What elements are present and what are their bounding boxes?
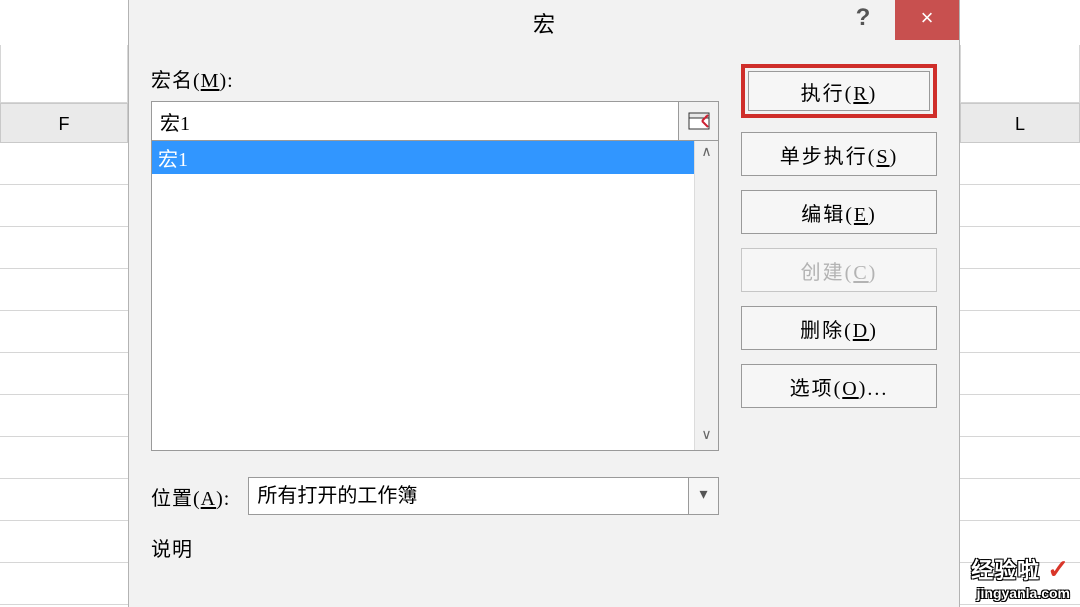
step-button[interactable]: 单步执行(S)	[741, 132, 937, 176]
label-text: 宏名(	[151, 70, 201, 92]
cell[interactable]	[960, 45, 1080, 103]
button-column: 执行(R) 单步执行(S) 编辑(E) 创建(C) 删除(D) 选项(O)...	[741, 64, 937, 570]
left-column: 宏名(M): 宏1 ∧	[151, 64, 719, 570]
cell[interactable]	[0, 311, 128, 353]
location-select[interactable]: 所有打开的工作簿 ▾	[248, 477, 719, 515]
btn-hotkey: C	[853, 262, 868, 284]
cell[interactable]	[0, 353, 128, 395]
btn-text: )	[869, 83, 878, 105]
cell[interactable]	[960, 437, 1080, 479]
label-text: 位置(	[151, 488, 201, 510]
btn-text: 删除(	[800, 320, 853, 342]
cell[interactable]	[960, 353, 1080, 395]
cell[interactable]	[960, 395, 1080, 437]
dialog-title: 宏	[533, 7, 555, 39]
macro-name-input[interactable]	[151, 101, 679, 141]
cell[interactable]	[960, 521, 1080, 563]
cell[interactable]	[0, 227, 128, 269]
cell[interactable]	[0, 395, 128, 437]
macro-name-row	[151, 101, 719, 141]
cell[interactable]	[960, 479, 1080, 521]
delete-button[interactable]: 删除(D)	[741, 306, 937, 350]
cell[interactable]	[0, 45, 128, 103]
collapse-icon	[688, 112, 710, 130]
cell[interactable]	[0, 185, 128, 227]
cell[interactable]	[960, 143, 1080, 185]
help-button[interactable]: ?	[835, 0, 891, 40]
btn-text: 选项(	[790, 378, 843, 400]
label-text: ):	[216, 488, 230, 510]
label-hotkey: M	[201, 70, 220, 92]
scrollbar[interactable]: ∧ ∨	[694, 141, 718, 450]
cell[interactable]	[0, 521, 128, 563]
list-item[interactable]: 宏1	[152, 141, 694, 174]
create-button: 创建(C)	[741, 248, 937, 292]
dialog-content: 宏名(M): 宏1 ∧	[129, 46, 959, 570]
btn-text: 编辑(	[801, 204, 854, 226]
cell[interactable]	[960, 563, 1080, 605]
btn-hotkey: E	[854, 204, 868, 226]
btn-text: )	[869, 320, 878, 342]
btn-text: )	[890, 146, 899, 168]
cells-right	[960, 143, 1080, 603]
scroll-down-icon[interactable]: ∨	[695, 424, 718, 450]
cell[interactable]	[0, 437, 128, 479]
macro-list-area[interactable]: 宏1	[152, 141, 694, 450]
btn-text: )	[869, 262, 878, 284]
options-button[interactable]: 选项(O)...	[741, 364, 937, 408]
column-header-f[interactable]: F	[0, 103, 128, 143]
macro-list[interactable]: 宏1 ∧ ∨	[151, 141, 719, 451]
cell[interactable]	[960, 227, 1080, 269]
btn-hotkey: R	[853, 83, 868, 105]
label-text: ):	[219, 70, 233, 92]
collapse-button[interactable]	[679, 101, 719, 141]
dialog-titlebar[interactable]: 宏 ? ×	[129, 0, 959, 46]
macro-name-label: 宏名(M):	[151, 64, 719, 93]
btn-text: )	[868, 204, 877, 226]
run-button-highlight: 执行(R)	[741, 64, 937, 118]
btn-hotkey: O	[842, 378, 858, 400]
cell[interactable]	[960, 269, 1080, 311]
description-label: 说明	[151, 533, 719, 562]
edit-button[interactable]: 编辑(E)	[741, 190, 937, 234]
btn-text: 单步执行(	[780, 146, 877, 168]
cells-left	[0, 143, 128, 603]
location-label: 位置(A):	[151, 482, 230, 511]
btn-hotkey: D	[853, 320, 869, 342]
cell[interactable]	[0, 563, 128, 605]
btn-text: 创建(	[801, 262, 854, 284]
btn-text: 执行(	[801, 83, 854, 105]
close-icon: ×	[921, 5, 934, 30]
close-button[interactable]: ×	[895, 0, 959, 40]
cell[interactable]	[0, 479, 128, 521]
macro-dialog: 宏 ? × 宏名(M):	[128, 0, 960, 607]
cell[interactable]	[0, 143, 128, 185]
column-header-l[interactable]: L	[960, 103, 1080, 143]
scroll-up-icon[interactable]: ∧	[695, 141, 718, 167]
location-row: 位置(A): 所有打开的工作簿 ▾	[151, 477, 719, 515]
label-hotkey: A	[201, 488, 216, 510]
chevron-down-icon[interactable]: ▾	[688, 478, 718, 514]
cell[interactable]	[960, 185, 1080, 227]
btn-text: )...	[859, 378, 889, 400]
cell[interactable]	[960, 311, 1080, 353]
btn-hotkey: S	[876, 146, 889, 168]
run-button[interactable]: 执行(R)	[748, 71, 930, 111]
location-value: 所有打开的工作簿	[249, 478, 688, 514]
cell[interactable]	[0, 269, 128, 311]
